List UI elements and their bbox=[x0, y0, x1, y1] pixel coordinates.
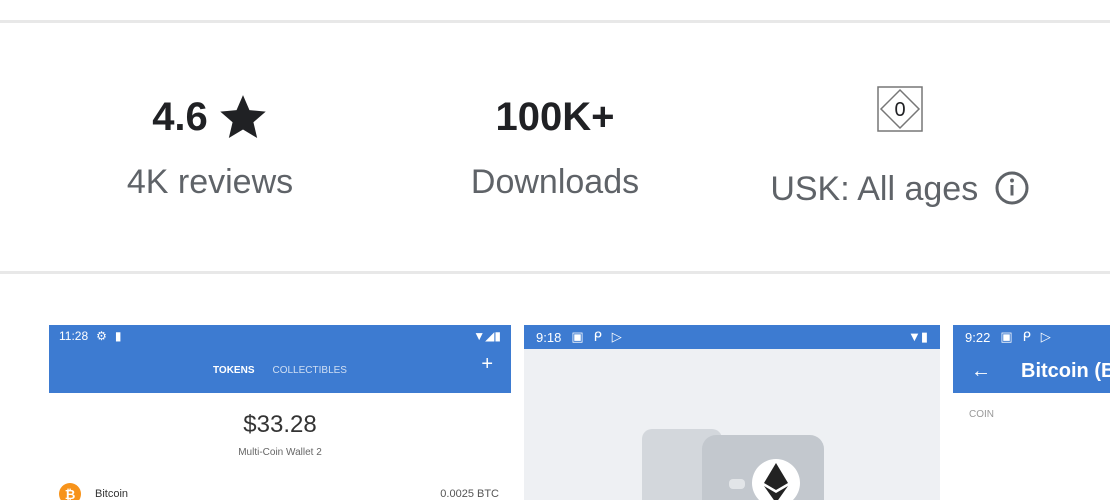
star-icon bbox=[220, 95, 266, 139]
coin-caption: COIN bbox=[969, 409, 994, 420]
rating-stat[interactable]: 4.6 4K reviews bbox=[90, 94, 330, 202]
bottom-divider bbox=[0, 271, 1110, 274]
app-toolbar: 11:28 ⚙ ▮ ▼◢▮ TOKENS COLLECTIBLES + bbox=[49, 325, 511, 393]
coin-row: ₿ Bitcoin 0.0025 BTC bbox=[59, 483, 499, 500]
status-bar: 9:18 ▣ ᑭ ▷ ▼▮ bbox=[524, 325, 940, 349]
status-time: 9:22 bbox=[965, 329, 991, 345]
coin-amount: 0.0025 BTC bbox=[440, 488, 499, 500]
screenshot-3[interactable]: 9:22 ▣ ᑭ ▷ ← Bitcoin (B COIN bbox=[953, 325, 1110, 500]
settings-icon: ⚙ bbox=[96, 329, 107, 343]
play-icon: ▷ bbox=[611, 329, 622, 344]
tab-collectibles: COLLECTIBLES bbox=[272, 364, 347, 376]
photo-icon: ▣ bbox=[571, 329, 584, 344]
tab-tokens: TOKENS bbox=[213, 364, 255, 376]
bitcoin-icon: ₿ bbox=[59, 483, 81, 500]
play-icon: ▷ bbox=[1040, 329, 1051, 344]
title-bar: ← Bitcoin (B bbox=[953, 349, 1110, 393]
coin-title: Bitcoin (B bbox=[1021, 359, 1110, 382]
back-arrow-icon: ← bbox=[971, 359, 991, 382]
p-icon: ᑭ bbox=[1022, 329, 1031, 344]
downloads-value: 100K+ bbox=[495, 95, 615, 139]
status-bar: 9:22 ▣ ᑭ ▷ bbox=[953, 325, 1110, 349]
coin-name: Bitcoin bbox=[95, 488, 129, 500]
photo-icon: ▣ bbox=[1000, 329, 1013, 344]
wallet-balance: $33.28 bbox=[243, 411, 317, 438]
sd-card-icon: ▮ bbox=[114, 329, 122, 343]
status-time: 11:28 bbox=[59, 329, 89, 343]
top-divider bbox=[0, 20, 1110, 23]
rating-value: 4.6 bbox=[152, 95, 208, 139]
info-icon[interactable] bbox=[994, 170, 1030, 206]
usk-badge-value: 0 bbox=[894, 99, 905, 121]
screenshot-1[interactable]: 11:28 ⚙ ▮ ▼◢▮ TOKENS COLLECTIBLES + $33.… bbox=[49, 325, 511, 500]
downloads-label: Downloads bbox=[470, 163, 640, 201]
downloads-stat: 100K+ Downloads bbox=[430, 94, 680, 202]
battery-icon: ▼▮ bbox=[907, 329, 928, 344]
vault-illustration bbox=[642, 429, 824, 500]
add-icon: + bbox=[481, 353, 493, 375]
status-time: 9:18 bbox=[536, 329, 562, 345]
content-rating-stat[interactable]: 0 USK: All ages bbox=[750, 86, 1050, 209]
reviews-count: 4K reviews bbox=[126, 163, 294, 201]
usk-badge-icon: 0 bbox=[877, 86, 923, 132]
content-rating-label: USK: All ages bbox=[770, 170, 979, 208]
p-icon: ᑭ bbox=[593, 329, 602, 344]
screenshot-2[interactable]: 9:18 ▣ ᑭ ▷ ▼▮ bbox=[524, 325, 940, 500]
wallet-name: Multi-Coin Wallet 2 bbox=[238, 447, 322, 458]
signal-icon: ▼◢▮ bbox=[473, 329, 501, 343]
